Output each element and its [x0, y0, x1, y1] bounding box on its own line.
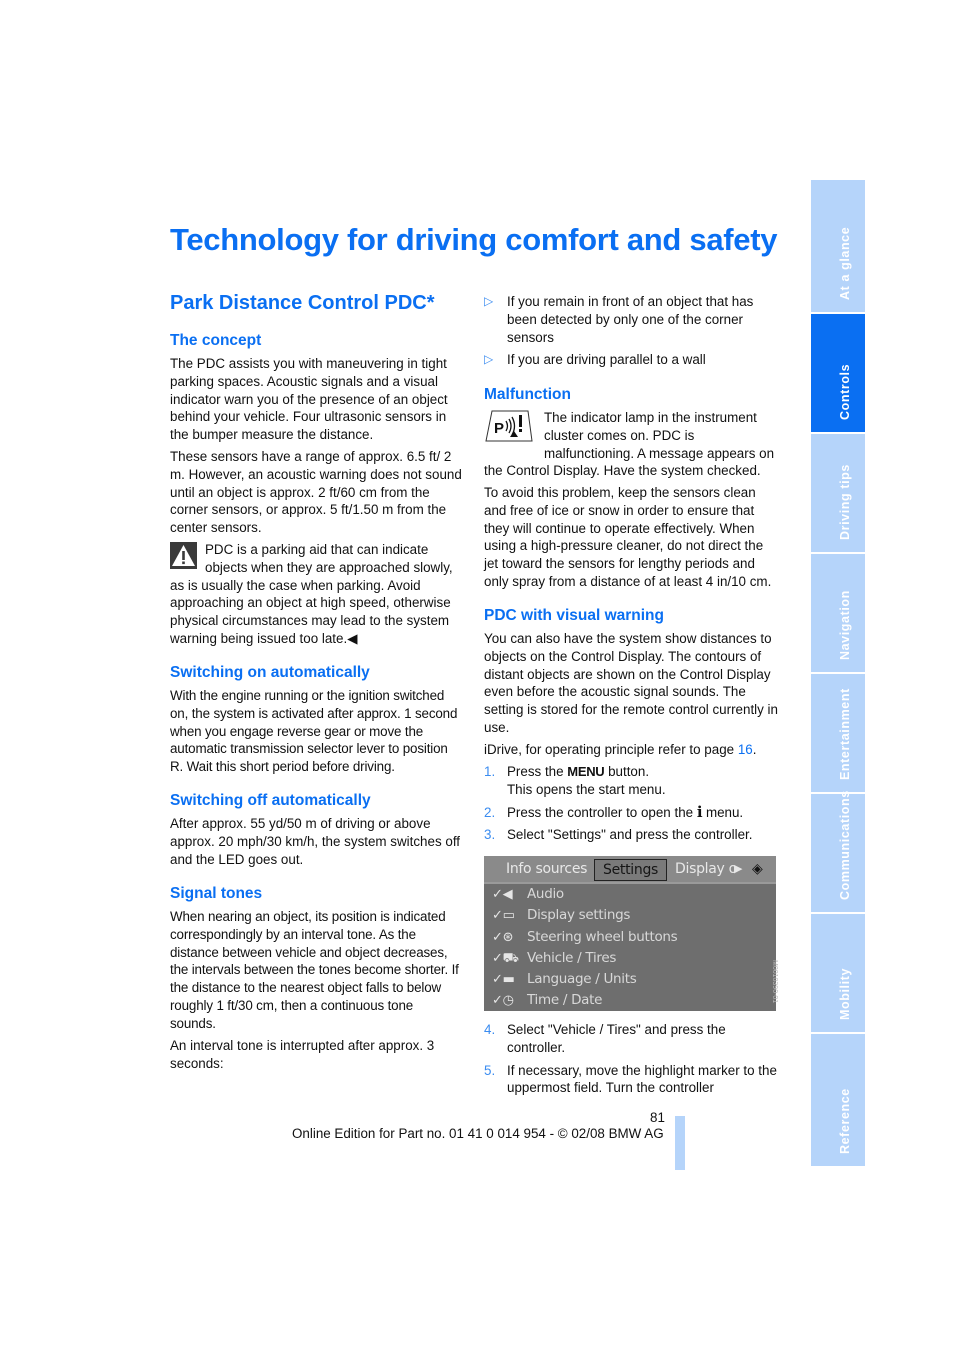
screen-menu-item: ✓▭ Display settings [484, 905, 776, 926]
vehicle-icon: ✓⛟ [492, 951, 519, 966]
signal-tones-paragraph-1: When nearing an object, its position is … [170, 909, 459, 1031]
step-item: 1. Press the MENU button. This opens the… [484, 764, 666, 797]
screen-menu-item: ✓⊛ Steering wheel buttons [484, 927, 776, 948]
triangle-bullet-icon: ▷ [484, 294, 494, 308]
switching-on-text: With the engine running or the ignition … [170, 688, 458, 775]
menu-button-icon: MENU [567, 764, 605, 779]
screen-tab-info-sources: Info sources [506, 861, 588, 877]
step-item: 5. If necessary, move the highlight mark… [484, 1062, 777, 1096]
screen-tab-display: Display o [675, 861, 737, 877]
screen-menu-item: ✓▬ Language / Units [484, 969, 776, 990]
controller-icon: ◈ [752, 861, 763, 877]
step-item: 2. Press the controller to open the i me… [484, 802, 744, 821]
bullet-item: ▷ If you are driving parallel to a wall [484, 352, 706, 368]
heading-switching-off: Switching off automatically [170, 792, 371, 809]
page-number: 81 [650, 1110, 665, 1125]
visual-warning-paragraph: You can also have the system show distan… [484, 631, 778, 735]
end-mark-icon: ◀ [347, 630, 358, 646]
steering-wheel-icon: ✓⊛ [492, 930, 514, 945]
sidebar-tab-mobility[interactable]: Mobility [811, 914, 865, 1032]
heading-switching-on: Switching on automatically [170, 664, 370, 681]
concept-paragraph-1: The PDC assists you with maneuvering in … [170, 356, 448, 443]
warning-triangle-icon [170, 542, 197, 569]
control-display-screenshot: Info sources Settings Display o ▶ ◈ ✓◀ Au… [484, 856, 776, 1011]
sidebar-tab-at-a-glance[interactable]: At a glance [811, 180, 865, 312]
bullet-list: ▷ If you remain in front of an object tha… [484, 293, 778, 369]
sidebar-tab-driving-tips[interactable]: Driving tips [811, 434, 865, 552]
sidebar-tab-navigation[interactable]: Navigation [811, 554, 865, 672]
svg-text:P: P [494, 420, 504, 437]
footer-text: Online Edition for Part no. 01 41 0 014 … [292, 1126, 664, 1141]
steps-list: 1. Press the MENU button. This opens the… [484, 763, 778, 844]
sidebar-tab-communications[interactable]: Communications [811, 790, 865, 912]
switching-off-text: After approx. 55 yd/50 m of driving or a… [170, 816, 461, 867]
step-item: 3. Select "Settings" and press the contr… [484, 827, 753, 843]
heading-concept: The concept [170, 332, 262, 349]
step-item: 4. Select "Vehicle / Tires" and press th… [484, 1022, 726, 1055]
page-link[interactable]: 16 [738, 742, 753, 757]
concept-paragraph-2: These sensors have a range of approx. 6.… [170, 449, 462, 536]
sidebar-tab-reference[interactable]: Reference [811, 1034, 865, 1166]
page-title: Technology for driving comfort and safet… [170, 222, 778, 257]
bullet-item: ▷ If you remain in front of an object tha… [484, 294, 754, 345]
pdc-warning-lamp-icon: P [484, 409, 534, 443]
sidebar-tab-entertainment[interactable]: Entertainment [811, 674, 865, 792]
heading-signal-tones: Signal tones [170, 885, 263, 902]
screen-tab-settings: Settings [594, 859, 668, 881]
language-icon: ✓▬ [492, 972, 515, 987]
screen-menu-item: ✓◀ Audio [484, 884, 776, 905]
triangle-bullet-icon: ▷ [484, 352, 494, 367]
signal-tones-paragraph-2: An interval tone is interrupted after ap… [170, 1038, 435, 1071]
screen-menu-item: ✓⛟ Vehicle / Tires [484, 948, 776, 969]
display-icon: ✓▭ [492, 908, 515, 923]
warning-text: PDC is a parking aid that can indicate o… [170, 542, 453, 646]
screen-menu-item: ✓◷ Time / Date [484, 990, 776, 1011]
idrive-reference: iDrive, for operating principle refer to… [484, 742, 757, 757]
screen-tab-bar: Info sources Settings Display o ▶ ◈ [484, 856, 776, 884]
malfunction-paragraph-1: P The indicator lamp in the instrument c… [484, 409, 775, 479]
audio-icon: ✓◀ [492, 887, 513, 902]
heading-visual-warning: PDC with visual warning [484, 607, 664, 624]
clock-icon: ✓◷ [492, 993, 514, 1008]
footer-accent-bar [675, 1116, 685, 1170]
warning-note: PDC is a parking aid that can indicate o… [170, 541, 462, 648]
arrow-right-icon: ▶ [734, 862, 743, 875]
malfunction-paragraph-2: To avoid this problem, keep the sensors … [484, 485, 772, 589]
image-code: M0010390-01 [771, 960, 778, 1004]
section-title: Park Distance Control PDC* [170, 292, 435, 314]
steps-list-continued: 4. Select "Vehicle / Tires" and press th… [484, 1021, 778, 1097]
heading-malfunction: Malfunction [484, 386, 571, 403]
sidebar-tab-controls[interactable]: Controls [811, 314, 865, 432]
